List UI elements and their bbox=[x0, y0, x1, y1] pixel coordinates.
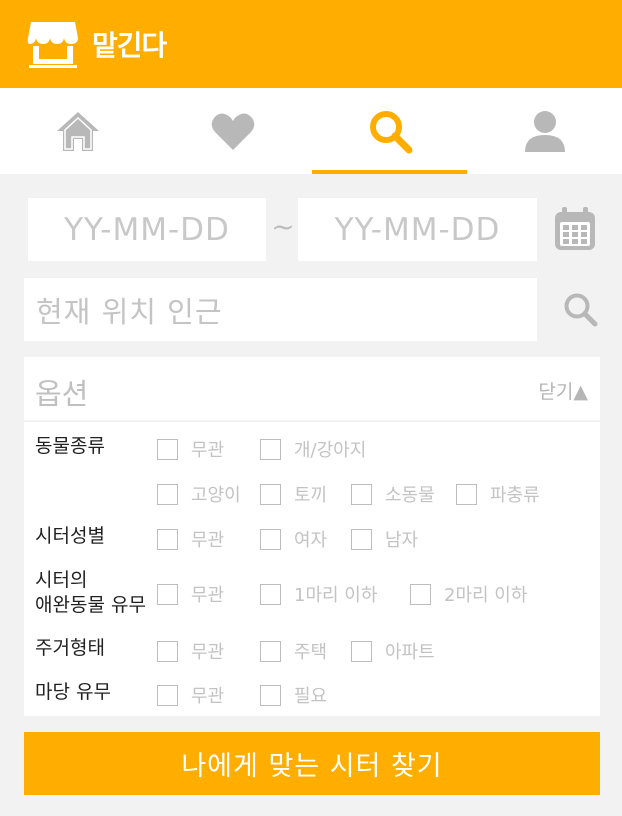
calendar-icon[interactable] bbox=[553, 206, 597, 252]
checkbox-box[interactable] bbox=[157, 483, 178, 505]
location-input[interactable]: 현재 위치 인근 bbox=[24, 278, 537, 341]
checkbox-box[interactable] bbox=[260, 684, 281, 706]
options-label: 옵션 bbox=[35, 377, 89, 411]
option-label: 파충류 bbox=[490, 485, 540, 506]
animal-reptile-checkbox[interactable]: 파충류 bbox=[456, 481, 540, 507]
checkbox-box[interactable] bbox=[260, 583, 281, 605]
gender-female-checkbox[interactable]: 여자 bbox=[260, 526, 327, 552]
yard-required-checkbox[interactable]: 필요 bbox=[260, 682, 327, 708]
search-icon[interactable] bbox=[561, 290, 599, 328]
checkbox-box[interactable] bbox=[410, 583, 431, 605]
option-label: 개/강아지 bbox=[294, 440, 367, 461]
checkbox-box[interactable] bbox=[260, 528, 281, 550]
find-sitter-button[interactable]: 나에게 맞는 시터 찾기 bbox=[24, 732, 600, 795]
option-label: 주택 bbox=[294, 642, 328, 663]
housing-any-checkbox[interactable]: 무관 bbox=[157, 638, 224, 664]
option-label: 여자 bbox=[294, 530, 328, 551]
checkbox-box[interactable] bbox=[157, 528, 178, 550]
option-label: 필요 bbox=[294, 686, 328, 707]
checkbox-box[interactable] bbox=[157, 640, 178, 662]
housing-label: 주거형태 bbox=[35, 637, 105, 659]
animal-type-label: 동물종류 bbox=[35, 435, 105, 457]
storefront-icon bbox=[27, 22, 78, 68]
tab-bar bbox=[0, 88, 622, 174]
pet-one-or-less-checkbox[interactable]: 1마리 이하 bbox=[260, 581, 377, 607]
checkbox-box[interactable] bbox=[456, 483, 477, 505]
options-close-toggle[interactable]: 닫기▲ bbox=[538, 377, 588, 404]
animal-cat-checkbox[interactable]: 고양이 bbox=[157, 481, 241, 507]
option-label: 1마리 이하 bbox=[294, 585, 378, 606]
checkbox-box[interactable] bbox=[260, 438, 281, 460]
housing-house-checkbox[interactable]: 주택 bbox=[260, 638, 327, 664]
checkbox-box[interactable] bbox=[157, 684, 178, 706]
option-label: 2마리 이하 bbox=[444, 585, 528, 606]
checkbox-box[interactable] bbox=[351, 483, 372, 505]
option-label: 아파트 bbox=[385, 642, 435, 663]
checkbox-box[interactable] bbox=[260, 640, 281, 662]
option-label: 무관 bbox=[191, 642, 225, 663]
yard-any-checkbox[interactable]: 무관 bbox=[157, 682, 224, 708]
checkbox-box[interactable] bbox=[157, 438, 178, 460]
option-label: 무관 bbox=[191, 440, 225, 461]
home-icon bbox=[56, 112, 99, 151]
animal-rabbit-checkbox[interactable]: 토끼 bbox=[260, 481, 327, 507]
checkbox-box[interactable] bbox=[351, 528, 372, 550]
options-panel-header: 옵션 닫기▲ bbox=[24, 357, 600, 420]
option-label: 소동물 bbox=[385, 485, 435, 506]
start-date-input[interactable]: YY-MM-DD bbox=[28, 198, 266, 261]
option-label: 무관 bbox=[191, 530, 225, 551]
sitter-pet-label-line1: 시터의 bbox=[35, 569, 88, 591]
tab-home[interactable] bbox=[0, 88, 155, 174]
gender-any-checkbox[interactable]: 무관 bbox=[157, 526, 224, 552]
option-label: 고양이 bbox=[191, 485, 241, 506]
checkbox-box[interactable] bbox=[157, 583, 178, 605]
yard-label: 마당 유무 bbox=[35, 681, 111, 703]
animal-any-checkbox[interactable]: 무관 bbox=[157, 436, 224, 462]
tab-profile[interactable] bbox=[467, 88, 622, 174]
housing-apartment-checkbox[interactable]: 아파트 bbox=[351, 638, 435, 664]
sitter-pet-label-line2: 애완동물 유무 bbox=[35, 594, 146, 616]
tab-search[interactable] bbox=[312, 88, 467, 174]
checkbox-box[interactable] bbox=[260, 483, 281, 505]
app-header: 맡긴다 bbox=[0, 0, 622, 88]
pet-any-checkbox[interactable]: 무관 bbox=[157, 581, 224, 607]
app-title: 맡긴다 bbox=[92, 29, 167, 62]
end-date-input[interactable]: YY-MM-DD bbox=[298, 198, 537, 261]
option-label: 무관 bbox=[191, 585, 225, 606]
sitter-gender-label: 시터성별 bbox=[35, 525, 105, 547]
user-icon bbox=[524, 111, 565, 152]
animal-dog-checkbox[interactable]: 개/강아지 bbox=[260, 436, 366, 462]
gender-male-checkbox[interactable]: 남자 bbox=[351, 526, 418, 552]
option-label: 남자 bbox=[385, 530, 419, 551]
options-panel: 동물종류 무관 개/강아지 고양이 토끼 소동물 파충류 시터성별 무관 여자 … bbox=[24, 422, 600, 716]
pet-two-or-less-checkbox[interactable]: 2마리 이하 bbox=[410, 581, 527, 607]
option-label: 무관 bbox=[191, 686, 225, 707]
animal-small-checkbox[interactable]: 소동물 bbox=[351, 481, 435, 507]
checkbox-box[interactable] bbox=[351, 640, 372, 662]
option-label: 토끼 bbox=[294, 485, 328, 506]
date-range-separator: ~ bbox=[271, 210, 295, 243]
heart-icon bbox=[211, 113, 254, 150]
search-icon bbox=[369, 111, 412, 154]
tab-favorites[interactable] bbox=[155, 88, 310, 174]
